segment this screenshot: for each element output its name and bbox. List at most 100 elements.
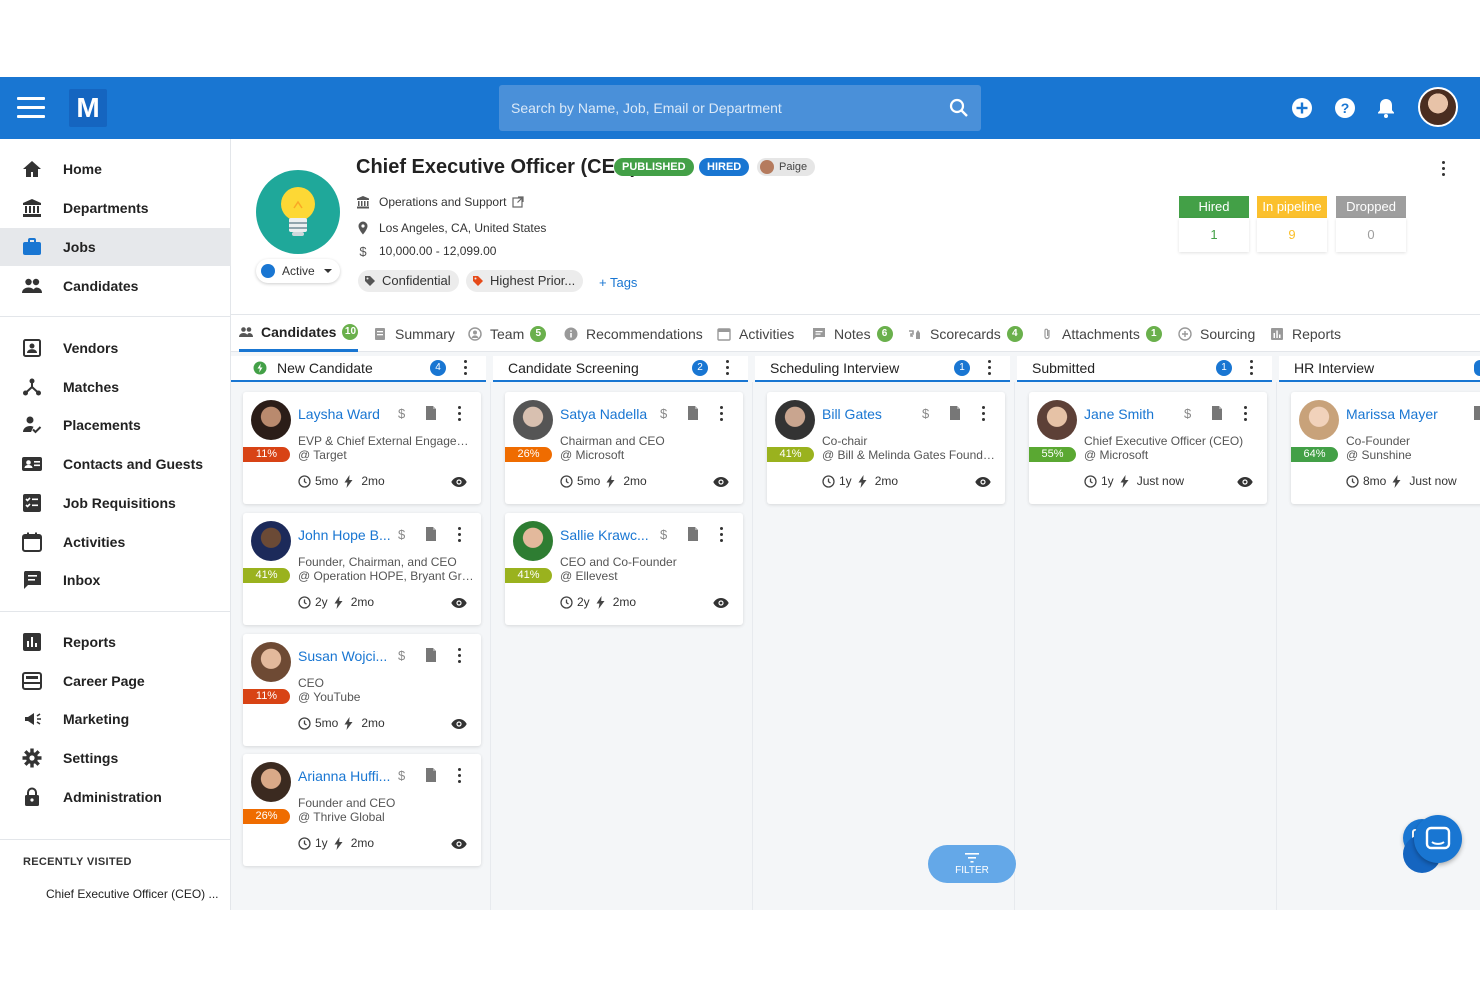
document-icon[interactable] bbox=[425, 406, 437, 420]
eye-icon[interactable] bbox=[451, 838, 467, 850]
sidebar-item-marketing[interactable]: Marketing bbox=[0, 700, 231, 738]
sidebar-item-job-requisitions[interactable]: Job Requisitions bbox=[0, 484, 231, 522]
tab-team[interactable]: Team 5 bbox=[468, 315, 547, 352]
owner-chip[interactable]: Paige bbox=[757, 158, 816, 176]
tab-scorecards[interactable]: Scorecards 4 bbox=[908, 315, 1023, 352]
eye-icon[interactable] bbox=[451, 597, 467, 609]
tab-attachments[interactable]: Attachments 1 bbox=[1040, 315, 1162, 352]
pipeline-column-header[interactable]: Scheduling Interview 1 bbox=[755, 356, 1010, 382]
sidebar-item-departments[interactable]: Departments bbox=[0, 189, 231, 227]
eye-icon[interactable] bbox=[1237, 476, 1253, 488]
candidate-avatar[interactable] bbox=[1037, 400, 1077, 440]
app-logo[interactable]: M bbox=[69, 89, 107, 127]
document-icon[interactable] bbox=[425, 527, 437, 541]
tab-reports[interactable]: Reports bbox=[1270, 315, 1341, 352]
candidate-avatar[interactable] bbox=[513, 400, 553, 440]
tab-summary[interactable]: Summary bbox=[373, 315, 455, 352]
pipeline-column-header[interactable]: Submitted 1 bbox=[1017, 356, 1272, 382]
column-more-icon[interactable] bbox=[724, 360, 730, 376]
sidebar-item-vendors[interactable]: Vendors bbox=[0, 329, 231, 367]
candidate-card[interactable]: Sallie Krawc... $41% CEO and Co-Founder @ E… bbox=[505, 513, 743, 625]
hamburger-menu-icon[interactable] bbox=[17, 97, 45, 119]
sidebar-item-contacts[interactable]: Contacts and Guests bbox=[0, 445, 231, 483]
candidate-name[interactable]: Arianna Huffi... bbox=[298, 768, 390, 784]
stat-dropped[interactable]: Dropped 0 bbox=[1336, 196, 1406, 252]
candidate-name[interactable]: Marissa Mayer bbox=[1346, 406, 1438, 422]
filter-button[interactable]: FILTER bbox=[928, 845, 1016, 883]
document-icon[interactable] bbox=[1211, 406, 1223, 420]
candidate-avatar[interactable] bbox=[251, 762, 291, 802]
tag-chip[interactable]: Confidential bbox=[358, 270, 459, 292]
document-icon[interactable] bbox=[949, 406, 961, 420]
document-icon[interactable] bbox=[687, 527, 699, 541]
sidebar-item-placements[interactable]: Placements bbox=[0, 406, 231, 444]
sidebar-item-activities[interactable]: Activities bbox=[0, 523, 231, 561]
dollar-icon[interactable]: $ bbox=[398, 768, 405, 783]
candidate-card[interactable]: Jane Smith $55% Chief Executive Officer (C… bbox=[1029, 392, 1267, 504]
candidate-name[interactable]: Satya Nadella bbox=[560, 406, 647, 422]
job-more-menu-icon[interactable] bbox=[1440, 161, 1446, 177]
tab-sourcing[interactable]: Sourcing bbox=[1178, 315, 1255, 352]
tab-notes[interactable]: Notes 6 bbox=[812, 315, 893, 352]
sidebar-item-jobs[interactable]: Jobs bbox=[0, 228, 231, 266]
add-circle-icon[interactable] bbox=[1291, 97, 1313, 119]
eye-icon[interactable] bbox=[451, 476, 467, 488]
candidate-card[interactable]: Satya Nadella $26% Chairman and CEO @ Micro… bbox=[505, 392, 743, 504]
candidate-name[interactable]: Sallie Krawc... bbox=[560, 527, 649, 543]
pipeline-column-header[interactable]: HR Interview bbox=[1279, 356, 1480, 382]
candidate-card[interactable]: John Hope B... $41% Founder, Chairman, and… bbox=[243, 513, 481, 625]
eye-icon[interactable] bbox=[713, 476, 729, 488]
dollar-icon[interactable]: $ bbox=[398, 648, 405, 663]
eye-icon[interactable] bbox=[713, 597, 729, 609]
dollar-icon[interactable]: $ bbox=[398, 406, 405, 421]
candidate-name[interactable]: Susan Wojci... bbox=[298, 648, 387, 664]
user-avatar[interactable] bbox=[1418, 87, 1458, 127]
candidate-name[interactable]: John Hope B... bbox=[298, 527, 391, 543]
card-more-icon[interactable] bbox=[456, 406, 462, 422]
candidate-name[interactable]: Laysha Ward bbox=[298, 406, 380, 422]
sidebar-item-reports[interactable]: Reports bbox=[0, 623, 231, 661]
document-icon[interactable] bbox=[425, 768, 437, 782]
candidate-name[interactable]: Jane Smith bbox=[1084, 406, 1154, 422]
candidate-avatar[interactable] bbox=[1299, 400, 1339, 440]
document-icon[interactable] bbox=[425, 648, 437, 662]
job-status-dropdown[interactable]: Active bbox=[256, 259, 340, 283]
dollar-icon[interactable]: $ bbox=[398, 527, 405, 542]
tab-recommendations[interactable]: Recommendations bbox=[564, 315, 703, 352]
eye-icon[interactable] bbox=[451, 718, 467, 730]
column-more-icon[interactable] bbox=[462, 360, 468, 376]
card-more-icon[interactable] bbox=[980, 406, 986, 422]
tab-candidates[interactable]: Candidates 10 bbox=[239, 315, 359, 352]
sidebar-item-matches[interactable]: Matches bbox=[0, 368, 231, 406]
dollar-icon[interactable]: $ bbox=[660, 527, 667, 542]
candidate-avatar[interactable] bbox=[251, 642, 291, 682]
sidebar-item-candidates[interactable]: Candidates bbox=[0, 267, 231, 305]
candidate-card[interactable]: Susan Wojci... $11% CEO @ YouTube 5mo 2mo bbox=[243, 634, 481, 746]
pipeline-column-header[interactable]: New Candidate 4 bbox=[231, 356, 486, 382]
document-icon[interactable] bbox=[1473, 406, 1480, 420]
tag-chip[interactable]: Highest Prior... bbox=[466, 270, 584, 292]
sidebar-item-settings[interactable]: Settings bbox=[0, 739, 231, 777]
candidate-avatar[interactable] bbox=[251, 400, 291, 440]
candidate-name[interactable]: Bill Gates bbox=[822, 406, 882, 422]
sidebar-item-inbox[interactable]: Inbox bbox=[0, 561, 231, 599]
chat-button[interactable] bbox=[1414, 815, 1462, 863]
help-icon[interactable]: ? bbox=[1334, 97, 1356, 119]
stat-in-pipeline[interactable]: In pipeline 9 bbox=[1257, 196, 1327, 252]
add-tag-button[interactable]: + Tags bbox=[599, 275, 637, 290]
external-link-icon[interactable] bbox=[512, 196, 525, 208]
search-input[interactable] bbox=[511, 100, 949, 116]
recently-visited-item[interactable]: Chief Executive Officer (CEO) ... bbox=[46, 887, 219, 901]
candidate-avatar[interactable] bbox=[251, 521, 291, 561]
search-bar[interactable] bbox=[499, 85, 981, 131]
candidate-avatar[interactable] bbox=[775, 400, 815, 440]
dollar-icon[interactable]: $ bbox=[922, 406, 929, 421]
dollar-icon[interactable]: $ bbox=[1184, 406, 1191, 421]
column-more-icon[interactable] bbox=[1248, 360, 1254, 376]
candidate-avatar[interactable] bbox=[513, 521, 553, 561]
card-more-icon[interactable] bbox=[456, 527, 462, 543]
document-icon[interactable] bbox=[687, 406, 699, 420]
card-more-icon[interactable] bbox=[1242, 406, 1248, 422]
stat-hired[interactable]: Hired 1 bbox=[1179, 196, 1249, 252]
sidebar-item-home[interactable]: Home bbox=[0, 150, 231, 188]
